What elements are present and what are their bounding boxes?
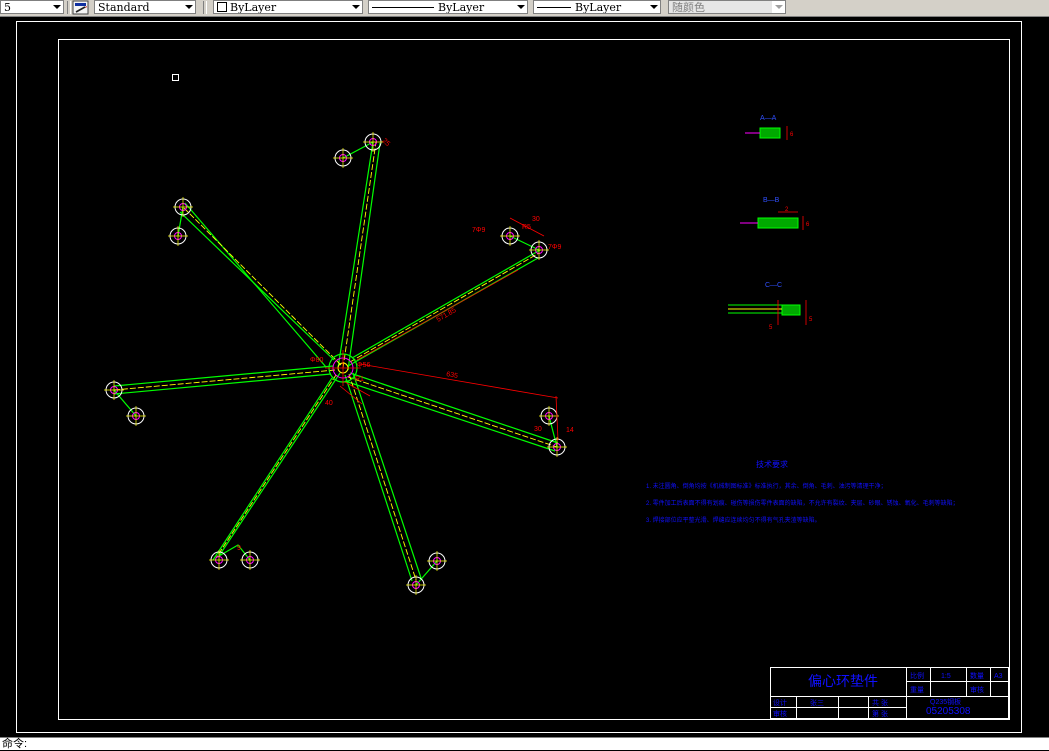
lineweight-control-dropdown[interactable]: ByLayer: [533, 0, 661, 14]
toolbar-separator: [203, 1, 207, 14]
scale-value: 5: [4, 1, 11, 14]
note-line: 2. 零件加工后表面不得有划痕、碰伤等损伤零件表面的缺陷，不允许有裂纹、夹层、砂…: [646, 499, 959, 507]
title-block-label: 数量: [970, 671, 984, 680]
title-block-value: A3: [994, 673, 1003, 680]
dim-label: 7Φ9: [472, 227, 485, 234]
note-line: 3. 焊接部位应平整光滑、焊缝应连续均匀不得有气孔夹渣等缺陷。: [646, 516, 821, 524]
canvas-background: [0, 17, 1049, 737]
material-name: Q235钢板: [930, 697, 961, 706]
title-block-label: 设计: [773, 698, 787, 707]
dim-label: R5: [522, 224, 531, 231]
dim-label: 30: [534, 426, 542, 433]
dim-label: 9: [237, 545, 241, 552]
dim-label: R1: [355, 376, 364, 383]
chevron-down-icon[interactable]: [50, 1, 63, 13]
plot-style-dropdown[interactable]: 随颜色: [668, 0, 786, 14]
section-aa-label: A—A: [760, 115, 777, 122]
chevron-down-icon[interactable]: [349, 1, 362, 13]
title-block-value: 审核: [970, 685, 984, 694]
text-style-value: Standard: [98, 1, 150, 14]
part-name: 偏心环垫件: [808, 673, 878, 689]
dim-label: 40: [325, 400, 333, 407]
chevron-down-icon[interactable]: [514, 1, 527, 13]
properties-toolbar: 5 Standard ByLayer ByLayer ByLayer 随颜色: [0, 0, 1049, 17]
drawing-canvas[interactable]: 25 R5 Φ80 Φ56 R1 40 635 571.85 30 7Φ9 7Φ…: [0, 17, 1049, 737]
chevron-down-icon[interactable]: [772, 1, 785, 13]
text-style-manager-icon[interactable]: [72, 0, 90, 15]
lineweight-preview-icon: [537, 7, 571, 8]
notes-heading: 技术要求: [756, 459, 788, 469]
lineweight-value: ByLayer: [575, 1, 622, 14]
title-block-value: 张三: [810, 698, 824, 707]
layer-color-value: ByLayer: [230, 1, 277, 14]
command-prompt: 命令:: [2, 738, 28, 750]
title-block-label: 比例: [910, 671, 924, 680]
title-block-label: 重量: [910, 686, 924, 694]
section-bb-label: B—B: [763, 197, 780, 204]
command-line[interactable]: 命令:: [0, 737, 1049, 750]
dim-label: 30: [532, 216, 540, 223]
chevron-down-icon[interactable]: [182, 1, 195, 13]
title-block-value: 共 张: [872, 698, 888, 707]
title-block-label: 审核: [773, 709, 787, 718]
color-swatch-icon: [217, 2, 227, 12]
dim-label: 7Φ9: [548, 244, 561, 251]
title-block-value: 1:5: [941, 673, 951, 680]
dim-label: 14: [566, 427, 574, 434]
text-style-dropdown[interactable]: Standard: [94, 0, 196, 14]
toolbar-separator: [67, 1, 71, 14]
color-control-dropdown[interactable]: ByLayer: [213, 0, 363, 14]
title-block-value: 第 张: [872, 709, 888, 718]
linetype-preview-icon: [372, 7, 434, 8]
linetype-control-dropdown[interactable]: ByLayer: [368, 0, 528, 14]
scale-dropdown[interactable]: 5: [0, 0, 64, 14]
chevron-down-icon[interactable]: [647, 1, 660, 13]
note-line: 1. 未注圆角、倒角均按《机械制图标准》标准执行，其余、倒角、毛刺、油污等清理干…: [646, 482, 887, 490]
dim-label: Φ80: [310, 357, 323, 364]
linetype-value: ByLayer: [438, 1, 485, 14]
drawing-number: 05205308: [926, 706, 971, 717]
section-cc-label: C—C: [765, 282, 782, 289]
dim-label: Φ56: [357, 362, 370, 369]
plot-style-value: 随颜色: [672, 1, 705, 14]
